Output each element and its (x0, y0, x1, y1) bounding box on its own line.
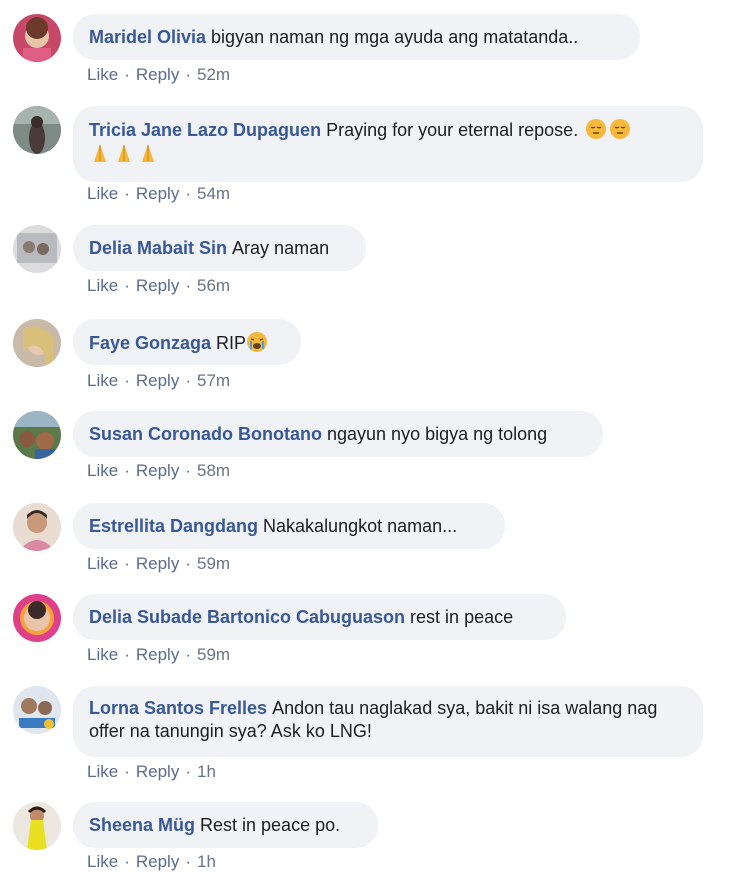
reply-button[interactable]: Reply (136, 461, 179, 480)
comment-actions: Like · Reply · 57m (87, 371, 230, 391)
avatar[interactable] (13, 319, 61, 367)
reply-button[interactable]: Reply (136, 371, 179, 390)
comment-timestamp[interactable]: 1h (197, 852, 216, 871)
like-button[interactable]: Like (87, 852, 118, 871)
like-button[interactable]: Like (87, 65, 118, 84)
comment-bubble: Faye Gonzaga RIP (73, 319, 301, 365)
crying-face-icon (246, 332, 268, 353)
reply-button[interactable]: Reply (136, 276, 179, 295)
comment-bubble: Delia Subade Bartonico Cabuguason rest in… (73, 594, 566, 640)
comment-actions: Like · Reply · 59m (87, 645, 230, 665)
like-button[interactable]: Like (87, 645, 118, 664)
comment-bubble: Maridel Olivia bigyan naman ng mga ayuda … (73, 14, 640, 60)
like-button[interactable]: Like (87, 461, 118, 480)
comment-text: Aray naman (232, 238, 330, 258)
comment-text: Rest in peace po. (200, 815, 341, 835)
comment-author[interactable]: Delia Mabait Sin (89, 238, 227, 258)
comment-actions: Like · Reply · 52m (87, 65, 230, 85)
separator: · (124, 852, 130, 871)
comment-actions: Like · Reply · 56m (87, 276, 230, 296)
comment-bubble: Susan Coronado Bonotano ngayun nyo bigya … (73, 411, 603, 457)
comment-author[interactable]: Estrellita Dangdang (89, 516, 258, 536)
comment-timestamp[interactable]: 52m (197, 65, 230, 84)
comment-timestamp[interactable]: 59m (197, 645, 230, 664)
reply-button[interactable]: Reply (136, 184, 179, 203)
separator: · (124, 276, 130, 295)
separator: · (185, 461, 191, 480)
separator: · (124, 645, 130, 664)
folded-hands-icon (135, 144, 159, 164)
like-button[interactable]: Like (87, 762, 118, 781)
separator: · (124, 371, 130, 390)
comment-timestamp[interactable]: 54m (197, 184, 230, 203)
comment-author[interactable]: Faye Gonzaga (89, 333, 211, 353)
like-button[interactable]: Like (87, 554, 118, 573)
comment-timestamp[interactable]: 57m (197, 371, 230, 390)
separator: · (185, 762, 191, 781)
comment-timestamp[interactable]: 1h (197, 762, 216, 781)
pensive-face-icon (607, 119, 631, 140)
separator: · (124, 461, 130, 480)
separator: · (185, 184, 191, 203)
comment-author[interactable]: Sheena Müg (89, 815, 195, 835)
comment-actions: Like · Reply · 58m (87, 461, 230, 481)
separator: · (185, 276, 191, 295)
separator: · (185, 554, 191, 573)
reply-button[interactable]: Reply (136, 554, 179, 573)
separator: · (124, 554, 130, 573)
separator: · (185, 852, 191, 871)
comment-author[interactable]: Maridel Olivia (89, 27, 206, 47)
reply-button[interactable]: Reply (136, 645, 179, 664)
comment-bubble: Lorna Santos Frelles Andon tau naglakad s… (73, 686, 703, 757)
avatar[interactable] (13, 411, 61, 459)
avatar[interactable] (13, 106, 61, 154)
comment-timestamp[interactable]: 58m (197, 461, 230, 480)
separator: · (124, 762, 130, 781)
avatar[interactable] (13, 503, 61, 551)
reply-button[interactable]: Reply (136, 762, 179, 781)
avatar[interactable] (13, 594, 61, 642)
like-button[interactable]: Like (87, 371, 118, 390)
comment-text: Nakakalungkot naman... (263, 516, 458, 536)
comment-actions: Like · Reply · 59m (87, 554, 230, 574)
separator: · (124, 65, 130, 84)
folded-hands-icon (89, 144, 111, 164)
separator: · (185, 65, 191, 84)
avatar[interactable] (13, 14, 61, 62)
comment-text: ngayun nyo bigya ng tolong (327, 424, 548, 444)
reply-button[interactable]: Reply (136, 65, 179, 84)
separator: · (185, 645, 191, 664)
comment-actions: Like · Reply · 1h (87, 762, 216, 782)
comment-author[interactable]: Delia Subade Bartonico Cabuguason (89, 607, 405, 627)
comment-text: rest in peace (410, 607, 514, 627)
comment-bubble: Tricia Jane Lazo Dupaguen Praying for you… (73, 106, 703, 182)
comment-bubble: Sheena Müg Rest in peace po. (73, 802, 378, 848)
avatar[interactable] (13, 802, 61, 850)
pensive-face-icon (583, 119, 607, 140)
comment-text: Praying for your eternal repose. (326, 120, 579, 140)
separator: · (185, 371, 191, 390)
like-button[interactable]: Like (87, 184, 118, 203)
comment-text: bigyan naman ng mga ayuda ang matatanda.… (211, 27, 579, 47)
comment-author[interactable]: Susan Coronado Bonotano (89, 424, 322, 444)
comment-bubble: Delia Mabait Sin Aray naman (73, 225, 366, 271)
avatar[interactable] (13, 225, 61, 273)
comment-bubble: Estrellita Dangdang Nakakalungkot naman..… (73, 503, 505, 549)
comment-actions: Like · Reply · 1h (87, 852, 216, 872)
comment-author[interactable]: Lorna Santos Frelles (89, 698, 267, 718)
comment-text: RIP (216, 333, 247, 353)
comment-timestamp[interactable]: 56m (197, 276, 230, 295)
separator: · (124, 184, 130, 203)
folded-hands-icon (111, 144, 135, 164)
like-button[interactable]: Like (87, 276, 118, 295)
comment-actions: Like · Reply · 54m (87, 184, 230, 204)
reply-button[interactable]: Reply (136, 852, 179, 871)
avatar[interactable] (13, 686, 61, 734)
comment-author[interactable]: Tricia Jane Lazo Dupaguen (89, 120, 321, 140)
comment-timestamp[interactable]: 59m (197, 554, 230, 573)
